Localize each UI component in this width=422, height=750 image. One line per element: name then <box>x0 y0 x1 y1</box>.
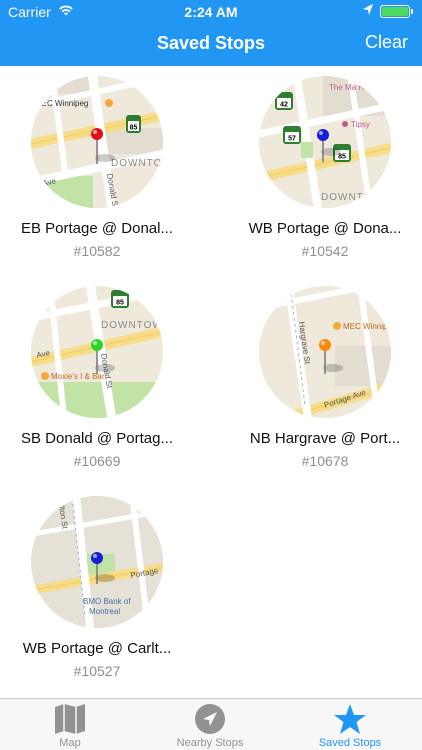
location-arrow-icon <box>193 703 227 735</box>
stop-number: #10669 <box>73 453 121 469</box>
saved-stop-item[interactable]: 42 57 85 The Ma Hote Tipsy DOWNTOWN WB P… <box>228 66 422 276</box>
stop-name: SB Donald @ Portag... <box>21 430 173 447</box>
stop-name: WB Portage @ Carlt... <box>22 640 172 657</box>
stop-number: #10582 <box>73 243 121 259</box>
map-label: Tipsy <box>351 120 370 129</box>
stop-number: #10542 <box>301 243 349 259</box>
saved-stop-item[interactable]: 85 DOWNTOWN Ave Donald St Moxie's I & Ba… <box>0 276 211 486</box>
tab-label: Nearby Stops <box>176 737 244 749</box>
stop-number: #10678 <box>301 453 349 469</box>
saved-stop-item[interactable]: Hargrave St Portage Ave MEC Winnip NB Ha… <box>228 276 422 486</box>
map-label: DOWNTOWN <box>101 320 163 331</box>
tab-label: Map <box>59 737 81 749</box>
star-icon <box>333 703 367 735</box>
stop-map-thumbnail: 85 DOWNTOWN Ave Donald St Moxie's I & Ba… <box>31 286 163 418</box>
stop-name: WB Portage @ Dona... <box>248 220 402 237</box>
stop-name: EB Portage @ Donal... <box>21 220 173 237</box>
saved-stops-grid: MEC Winnipeg 85 DOWNTOWN Ave Donald St E… <box>0 66 422 698</box>
status-time: 2:24 AM <box>184 4 238 20</box>
saved-stop-item[interactable]: MEC Winnipeg 85 DOWNTOWN Ave Donald St E… <box>0 66 211 276</box>
map-label: DOWNTOWN <box>111 158 163 169</box>
page-title: Saved Stops <box>156 33 266 53</box>
stop-pin <box>319 339 331 351</box>
stop-map-thumbnail: 42 57 85 The Ma Hote Tipsy DOWNTOWN <box>259 76 391 208</box>
map-label: The Ma Hote <box>329 83 376 92</box>
tab-bar: Map Nearby Stops Saved Stops <box>0 698 422 750</box>
saved-stop-item[interactable]: rlton St Portage BMO Bank of Montreal WB… <box>0 486 211 696</box>
clear-button[interactable]: Clear <box>365 32 408 53</box>
stop-pin <box>91 552 103 564</box>
tab-nearby-stops[interactable]: Nearby Stops <box>140 699 280 750</box>
battery-icon <box>380 5 413 18</box>
map-icon <box>53 703 87 735</box>
map-label: BMO Bank of <box>83 597 131 606</box>
location-services-icon <box>362 3 374 20</box>
status-bar: Carrier 2:24 AM <box>0 0 422 22</box>
stop-pin <box>317 129 329 141</box>
map-label: MEC Winnipeg <box>35 99 88 108</box>
stop-map-thumbnail: rlton St Portage BMO Bank of Montreal <box>31 496 163 628</box>
route-badge-label: 85 <box>130 125 138 132</box>
route-badge-label: 85 <box>338 154 346 161</box>
route-badge-label: 42 <box>280 102 288 109</box>
map-label: MEC Winnip <box>343 322 388 331</box>
route-badge-label: 57 <box>288 136 296 143</box>
stop-pin <box>91 128 103 140</box>
map-label: Montreal <box>89 607 120 616</box>
stop-name: NB Hargrave @ Port... <box>249 430 401 447</box>
tab-label: Saved Stops <box>318 737 382 749</box>
stop-map-thumbnail: Hargrave St Portage Ave MEC Winnip <box>259 286 391 418</box>
stop-map-thumbnail: MEC Winnipeg 85 DOWNTOWN Ave Donald St <box>31 76 163 208</box>
map-label: DOWNTOWN <box>321 192 391 203</box>
stop-pin <box>91 339 103 351</box>
tab-map[interactable]: Map <box>0 699 140 750</box>
navigation-bar: Carrier 2:24 AM Saved Stops Clear <box>0 0 422 66</box>
route-badge-label: 85 <box>116 300 124 307</box>
tab-saved-stops[interactable]: Saved Stops <box>280 699 420 750</box>
stop-number: #10527 <box>73 663 121 679</box>
